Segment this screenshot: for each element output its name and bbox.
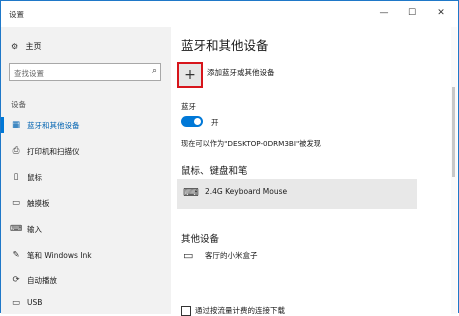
sidebar-item-mouse[interactable]: ▯ 鼠标 <box>1 167 171 187</box>
keyboard-icon: ⌨ <box>10 224 23 234</box>
mouse-section-title: 鼠标、键盘和笔 <box>181 166 248 177</box>
discoverable-text: 现在可以作为"DESKTOP-0DRM3BI"被发现 <box>181 139 321 148</box>
sidebar-item-autoplay[interactable]: ⟳ 自动播放 <box>1 270 171 290</box>
scrollbar[interactable] <box>451 27 457 314</box>
media-device-icon: ▭ <box>183 249 194 262</box>
sidebar-item-label: 蓝牙和其他设备 <box>27 121 80 130</box>
sidebar-home[interactable]: ⚙ 主页 <box>11 41 42 52</box>
pen-icon: ✎ <box>12 250 20 260</box>
device-row-keyboard-mouse[interactable]: ⌨ 2.4G Keyboard Mouse <box>177 179 417 209</box>
sidebar-item-label: 鼠标 <box>27 173 42 182</box>
mouse-icon: ▯ <box>13 172 19 182</box>
device-name: 2.4G Keyboard Mouse <box>205 187 288 196</box>
add-device-label[interactable]: 添加蓝牙或其他设备 <box>207 67 275 78</box>
home-label: 主页 <box>25 42 42 51</box>
toggle-knob <box>194 118 201 125</box>
sidebar-item-bluetooth[interactable]: ▦ 蓝牙和其他设备 <box>1 115 171 135</box>
maximize-button[interactable]: ☐ <box>401 5 423 21</box>
touchpad-icon: ▭ <box>11 198 21 208</box>
gear-icon: ⚙ <box>11 42 19 51</box>
main-content: 蓝牙和其他设备 + 添加蓝牙或其他设备 蓝牙 开 现在可以作为"DESKTOP-… <box>171 27 458 316</box>
sidebar: ⚙ 主页 查找设置 ⌕ 设备 ▦ 蓝牙和其他设备 ⎙ 打印机和扫描仪 ▯ 鼠标 … <box>1 27 171 314</box>
page-title: 蓝牙和其他设备 <box>181 38 269 53</box>
bluetooth-state: 开 <box>211 118 219 127</box>
printer-icon: ⎙ <box>12 146 20 156</box>
sidebar-item-label: 触摸板 <box>27 199 50 208</box>
metered-download-option[interactable]: 通过按流量计费的连接下载 <box>181 305 285 316</box>
usb-icon: ▭ <box>11 298 21 308</box>
sidebar-item-usb[interactable]: ▭ USB <box>1 293 171 313</box>
metered-checkbox[interactable] <box>181 306 191 316</box>
sidebar-item-input[interactable]: ⌨ 输入 <box>1 219 171 239</box>
scrollbar-thumb[interactable] <box>452 87 455 177</box>
sidebar-item-label: USB <box>27 298 43 307</box>
metered-label: 通过按流量计费的连接下载 <box>195 306 285 315</box>
close-button[interactable]: ✕ <box>430 5 452 21</box>
settings-window: 设置 — ☐ ✕ ⚙ 主页 查找设置 ⌕ 设备 ▦ 蓝牙和其他设备 ⎙ 打印机和… <box>0 0 459 316</box>
sidebar-item-touchpad[interactable]: ▭ 触摸板 <box>1 193 171 213</box>
section-label: 设备 <box>11 100 26 109</box>
add-device-button[interactable]: + <box>177 62 203 88</box>
window-title: 设置 <box>9 10 24 19</box>
sidebar-item-printers[interactable]: ⎙ 打印机和扫描仪 <box>1 141 171 161</box>
sidebar-item-pen[interactable]: ✎ 笔和 Windows Ink <box>1 245 171 265</box>
device-name: 客厅的小米盒子 <box>205 251 258 260</box>
sidebar-item-label: 自动播放 <box>27 276 57 285</box>
search-placeholder: 查找设置 <box>14 69 44 78</box>
minimize-button[interactable]: — <box>373 5 395 21</box>
title-bar: 设置 — ☐ ✕ <box>1 1 458 27</box>
sidebar-item-label: 笔和 Windows Ink <box>27 251 92 260</box>
device-row-media-box[interactable]: ▭ 客厅的小米盒子 <box>177 245 417 271</box>
bluetooth-toggle[interactable] <box>181 116 203 127</box>
keyboard-icon: ⌨ <box>183 186 199 199</box>
autoplay-icon: ⟳ <box>12 275 20 285</box>
other-section-title: 其他设备 <box>181 234 220 245</box>
sidebar-item-label: 打印机和扫描仪 <box>27 147 80 156</box>
sidebar-item-label: 输入 <box>27 225 42 234</box>
search-input[interactable]: 查找设置 ⌕ <box>9 63 161 81</box>
bluetooth-label: 蓝牙 <box>181 102 196 111</box>
bluetooth-devices-icon: ▦ <box>11 120 21 130</box>
search-icon: ⌕ <box>151 66 157 76</box>
